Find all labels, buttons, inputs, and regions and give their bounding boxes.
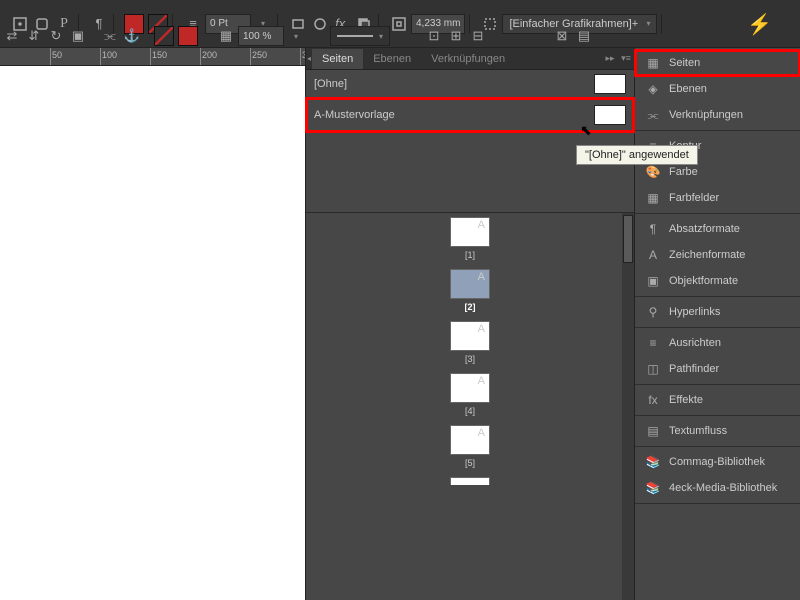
fx-icon: fx bbox=[645, 392, 661, 408]
align-icon: ≡ bbox=[645, 335, 661, 351]
panel-dock: ▦Seiten◈Ebenen⫘Verknüpfungen≡Kontur🎨Farb… bbox=[635, 48, 800, 600]
anchor-icon[interactable]: ⚓ bbox=[122, 26, 142, 46]
chevron-down-icon[interactable]: ▾ bbox=[286, 26, 306, 46]
panel-ausrichten[interactable]: ≡ Ausrichten bbox=[635, 330, 800, 356]
panel-label: Absatzformate bbox=[669, 223, 740, 235]
bolt-icon[interactable]: ⚡ bbox=[747, 12, 772, 37]
panel-label: Commag-Bibliothek bbox=[669, 456, 765, 468]
panel-tabs: ◂ Seiten Ebenen Verknüpfungen ▸▸ ▾≡ bbox=[306, 48, 634, 70]
page-thumb[interactable]: A bbox=[450, 269, 490, 299]
rotate-icon[interactable]: ↻ bbox=[46, 26, 66, 46]
tooltip: "[Ohne]" angewendet bbox=[576, 145, 698, 165]
link-chain-icon[interactable]: ⫘ bbox=[100, 26, 120, 46]
page-thumb[interactable]: A bbox=[450, 217, 490, 247]
panel-label: Effekte bbox=[669, 394, 703, 406]
color-icon: 🎨 bbox=[645, 164, 661, 180]
wrap-icon: ▤ bbox=[645, 423, 661, 439]
panel-label: Textumfluss bbox=[669, 425, 727, 437]
master-thumb[interactable] bbox=[594, 105, 626, 125]
panel-absatzformate[interactable]: ¶ Absatzformate bbox=[635, 216, 800, 242]
panel-label: Ausrichten bbox=[669, 337, 721, 349]
panel-commag-bibliothek[interactable]: 📚 Commag-Bibliothek bbox=[635, 449, 800, 475]
master-row-a[interactable]: A-Mustervorlage bbox=[306, 98, 634, 132]
master-label: A-Mustervorlage bbox=[314, 109, 395, 121]
panel-label: Ebenen bbox=[669, 83, 707, 95]
page-number: [5] bbox=[465, 458, 475, 468]
horizontal-ruler: 50100150200250300 bbox=[0, 48, 305, 66]
fill-swatch-2[interactable] bbox=[154, 26, 174, 46]
master-thumb[interactable] bbox=[594, 74, 626, 94]
select-content-icon[interactable]: ▣ bbox=[68, 26, 88, 46]
chevron-down-icon: ▾ bbox=[646, 19, 650, 28]
page-number: [1] bbox=[465, 250, 475, 260]
panel-label: Farbe bbox=[669, 166, 698, 178]
page-thumb[interactable] bbox=[450, 477, 490, 485]
control-bar-row2: ⇄ ⇵ ↻ ▣ ⫘ ⚓ ▦ 100 % ▾ ▾ ⊡ ⊞ ⊟ ⊠ ▤ bbox=[2, 26, 594, 46]
path-icon: ◫ bbox=[645, 361, 661, 377]
page-thumb[interactable]: A bbox=[450, 425, 490, 455]
panel-effekte[interactable]: fx Effekte bbox=[635, 387, 800, 413]
panel-objektformate[interactable]: ▣ Objektformate bbox=[635, 268, 800, 294]
page-thumb[interactable]: A bbox=[450, 321, 490, 351]
panel-label: Pathfinder bbox=[669, 363, 719, 375]
page-number: [2] bbox=[465, 302, 476, 312]
fit-content-icon[interactable]: ⊡ bbox=[424, 26, 444, 46]
master-label: [Ohne] bbox=[314, 78, 347, 90]
panel-label: Objektformate bbox=[669, 275, 738, 287]
flip-h-icon[interactable]: ⇄ bbox=[2, 26, 22, 46]
page-thumb[interactable]: A bbox=[450, 373, 490, 403]
panel-hyperlinks[interactable]: ⚲ Hyperlinks bbox=[635, 299, 800, 325]
link-icon: ⫘ bbox=[645, 107, 661, 123]
panel-seiten[interactable]: ▦ Seiten bbox=[635, 50, 800, 76]
page-number: [3] bbox=[465, 354, 475, 364]
pages-list: A [1] A [2] A [3] A [4] A [5] bbox=[306, 212, 634, 600]
fit-frame-icon[interactable]: ⊞ bbox=[446, 26, 466, 46]
stroke-swatch-2[interactable] bbox=[178, 26, 198, 46]
panel-label: Farbfelder bbox=[669, 192, 719, 204]
panel-verknüpfungen[interactable]: ⫘ Verknüpfungen bbox=[635, 102, 800, 128]
panel-label: 4eck-Media-Bibliothek bbox=[669, 482, 777, 494]
clear-override-icon[interactable]: ⊠ bbox=[552, 26, 572, 46]
swatch-icon: ▦ bbox=[645, 190, 661, 206]
page-number: [4] bbox=[465, 406, 475, 416]
panel-pathfinder[interactable]: ◫ Pathfinder bbox=[635, 356, 800, 382]
pages-icon: ▦ bbox=[645, 55, 661, 71]
tab-verknuepfungen[interactable]: Verknüpfungen bbox=[421, 49, 515, 69]
scrollbar[interactable] bbox=[622, 213, 634, 600]
grid-icon[interactable]: ▤ bbox=[574, 26, 594, 46]
panel-zeichenformate[interactable]: A Zeichenformate bbox=[635, 242, 800, 268]
document-area: 50100150200250300 bbox=[0, 48, 305, 600]
tab-seiten[interactable]: Seiten bbox=[312, 49, 363, 69]
lib-icon: 📚 bbox=[645, 454, 661, 470]
opacity-icon: ▦ bbox=[216, 26, 236, 46]
panel-4eck-media-bibliothek[interactable]: 📚 4eck-Media-Bibliothek bbox=[635, 475, 800, 501]
obj-icon: ▣ bbox=[645, 273, 661, 289]
layers-icon: ◈ bbox=[645, 81, 661, 97]
panel-label: Verknüpfungen bbox=[669, 109, 743, 121]
tab-ebenen[interactable]: Ebenen bbox=[363, 49, 421, 69]
panel-ebenen[interactable]: ◈ Ebenen bbox=[635, 76, 800, 102]
stroke-style-dropdown[interactable]: ▾ bbox=[330, 26, 390, 46]
panel-menu-icon[interactable]: ▾≡ bbox=[618, 53, 634, 64]
page-canvas[interactable] bbox=[0, 66, 305, 600]
panel-farbfelder[interactable]: ▦ Farbfelder bbox=[635, 185, 800, 211]
para-icon: ¶ bbox=[645, 221, 661, 237]
hyper-icon: ⚲ bbox=[645, 304, 661, 320]
lib-icon: 📚 bbox=[645, 480, 661, 496]
center-content-icon[interactable]: ⊟ bbox=[468, 26, 488, 46]
master-row-ohne[interactable]: [Ohne] bbox=[306, 70, 634, 98]
panel-textumfluss[interactable]: ▤ Textumfluss bbox=[635, 418, 800, 444]
opacity-field[interactable]: 100 % bbox=[238, 26, 284, 46]
panel-label: Zeichenformate bbox=[669, 249, 745, 261]
panel-label: Hyperlinks bbox=[669, 306, 720, 318]
pages-panel: ◂ Seiten Ebenen Verknüpfungen ▸▸ ▾≡ [Ohn… bbox=[305, 48, 635, 600]
panel-label: Seiten bbox=[669, 57, 700, 69]
flip-v-icon[interactable]: ⇵ bbox=[24, 26, 44, 46]
double-arrow-icon[interactable]: ▸▸ bbox=[602, 53, 618, 64]
char-icon: A bbox=[645, 247, 661, 263]
